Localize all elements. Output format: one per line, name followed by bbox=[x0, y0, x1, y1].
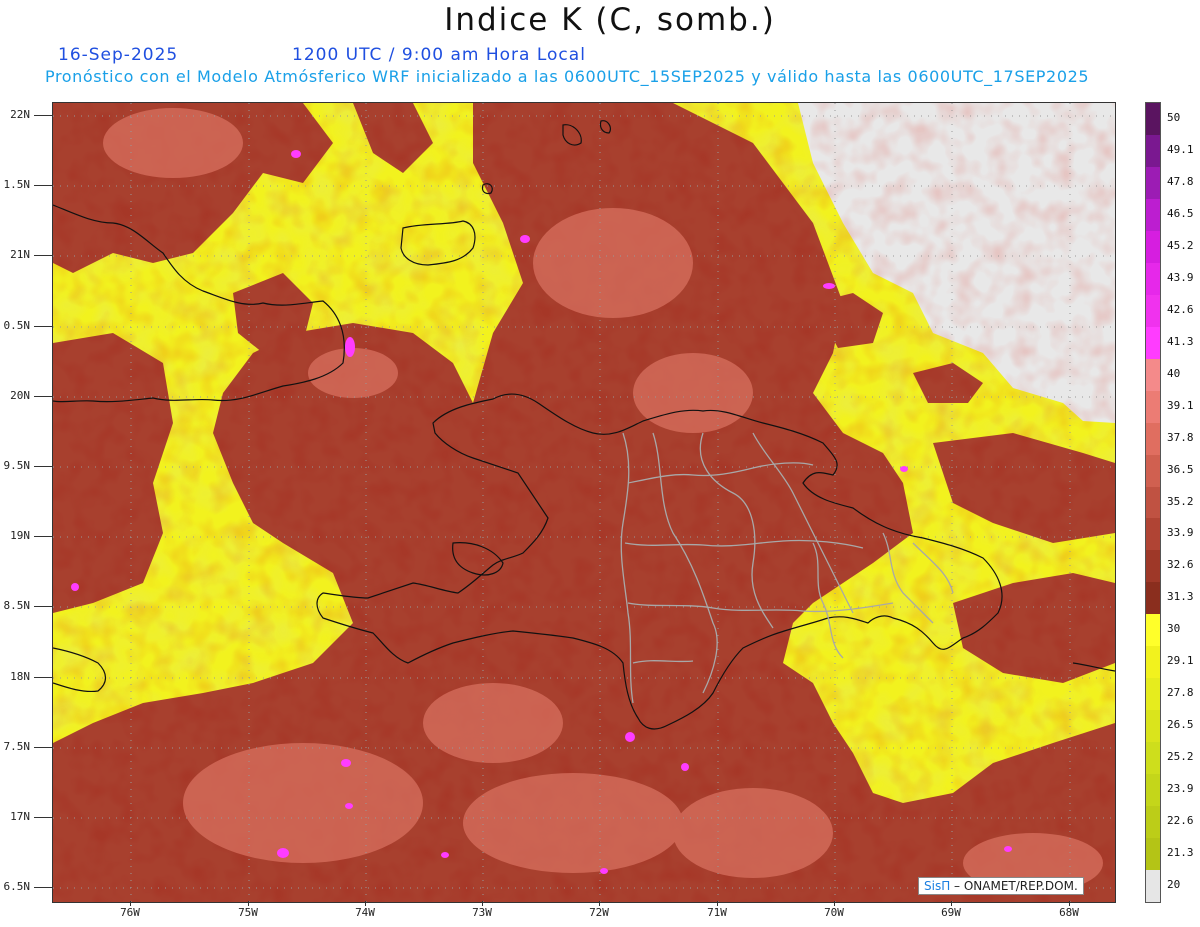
lon-label: 68W bbox=[1059, 906, 1079, 919]
colorbar bbox=[1145, 102, 1161, 903]
lat-tick bbox=[34, 606, 52, 607]
colorbar-label: 35.2 bbox=[1167, 494, 1194, 508]
lat-label: 17N bbox=[10, 810, 30, 823]
credit-box: SisΠ – ONAMET/REP.DOM. bbox=[918, 877, 1084, 895]
colorbar-segment bbox=[1146, 806, 1160, 839]
lat-label: 7.5N bbox=[3, 740, 31, 753]
lat-tick bbox=[34, 326, 52, 327]
colorbar-segment bbox=[1146, 454, 1160, 487]
lat-label: 21N bbox=[10, 248, 30, 261]
lat-tick bbox=[34, 466, 52, 467]
colorbar-segment bbox=[1146, 582, 1160, 615]
colorbar-segment bbox=[1146, 486, 1160, 519]
colorbar-label: 30 bbox=[1167, 622, 1181, 636]
lon-label: 76W bbox=[120, 906, 140, 919]
valid-date: 16-Sep-2025 bbox=[58, 45, 179, 65]
lon-label: 69W bbox=[941, 906, 961, 919]
lon-label: 74W bbox=[355, 906, 375, 919]
lat-label: 8.5N bbox=[3, 599, 31, 612]
colorbar-segment bbox=[1146, 103, 1160, 136]
colorbar-label: 23.9 bbox=[1167, 782, 1194, 796]
colorbar-label: 26.5 bbox=[1167, 718, 1194, 732]
colorbar-label: 36.5 bbox=[1167, 462, 1194, 476]
colorbar-segment bbox=[1146, 422, 1160, 456]
colorbar-segment bbox=[1146, 678, 1160, 711]
colorbar-segment bbox=[1146, 198, 1160, 232]
colorbar-label: 43.9 bbox=[1167, 270, 1194, 284]
lat-label: 9.5N bbox=[3, 459, 31, 472]
colorbar-label: 37.8 bbox=[1167, 430, 1194, 444]
credit-org: – ONAMET/REP.DOM. bbox=[950, 879, 1078, 893]
colorbar-label: 40 bbox=[1167, 366, 1181, 380]
colorbar-segment bbox=[1146, 358, 1160, 392]
colorbar-segment bbox=[1146, 838, 1160, 871]
colorbar-segment bbox=[1146, 518, 1160, 551]
colorbar-segment bbox=[1146, 870, 1160, 903]
colorbar-segment bbox=[1146, 294, 1160, 328]
colorbar-label: 50 bbox=[1167, 110, 1181, 124]
lon-label: 70W bbox=[824, 906, 844, 919]
lon-label: 72W bbox=[589, 906, 609, 919]
lat-label: 1.5N bbox=[3, 178, 31, 191]
lon-label: 75W bbox=[238, 906, 258, 919]
lat-label: 22N bbox=[10, 108, 30, 121]
colorbar-label: 22.6 bbox=[1167, 814, 1194, 828]
map-canvas bbox=[53, 103, 1115, 902]
colorbar-label: 49.1 bbox=[1167, 142, 1194, 156]
lat-label: 0.5N bbox=[3, 319, 31, 332]
lat-label: 18N bbox=[10, 670, 30, 683]
colorbar-segment bbox=[1146, 742, 1160, 775]
colorbar-label: 33.9 bbox=[1167, 526, 1194, 540]
colorbar-segment bbox=[1146, 166, 1160, 200]
lat-tick bbox=[34, 887, 52, 888]
colorbar-label: 21.3 bbox=[1167, 846, 1194, 860]
valid-time: 1200 UTC / 9:00 am Hora Local bbox=[292, 45, 586, 65]
lat-tick bbox=[34, 817, 52, 818]
colorbar-label: 39.1 bbox=[1167, 398, 1194, 412]
colorbar-label: 29.1 bbox=[1167, 654, 1194, 668]
lat-tick bbox=[34, 747, 52, 748]
colorbar-segment bbox=[1146, 134, 1160, 168]
colorbar-label: 25.2 bbox=[1167, 750, 1194, 764]
colorbar-label: 41.3 bbox=[1167, 334, 1194, 348]
colorbar-label: 45.2 bbox=[1167, 238, 1194, 252]
lat-label: 6.5N bbox=[3, 880, 31, 893]
sispi-logo: SisΠ bbox=[924, 879, 951, 893]
colorbar-segment bbox=[1146, 614, 1160, 647]
colorbar-segment bbox=[1146, 390, 1160, 424]
lon-label: 71W bbox=[707, 906, 727, 919]
colorbar-segment bbox=[1146, 230, 1160, 264]
lat-tick bbox=[34, 185, 52, 186]
colorbar-label: 20 bbox=[1167, 878, 1181, 892]
colorbar-label: 31.3 bbox=[1167, 590, 1194, 604]
colorbar-label: 47.8 bbox=[1167, 174, 1194, 188]
forecast-description: Pronóstico con el Modelo Atmósferico WRF… bbox=[45, 67, 1090, 86]
lat-label: 20N bbox=[10, 389, 30, 402]
k-index-map bbox=[52, 102, 1116, 903]
lat-tick bbox=[34, 677, 52, 678]
lat-label: 19N bbox=[10, 529, 30, 542]
colorbar-segment bbox=[1146, 774, 1160, 807]
colorbar-segment bbox=[1146, 326, 1160, 360]
colorbar-segment bbox=[1146, 262, 1160, 296]
lon-label: 73W bbox=[472, 906, 492, 919]
colorbar-label: 27.8 bbox=[1167, 686, 1194, 700]
colorbar-segment bbox=[1146, 710, 1160, 743]
lat-tick bbox=[34, 396, 52, 397]
colorbar-label: 42.6 bbox=[1167, 302, 1194, 316]
colorbar-label: 46.5 bbox=[1167, 206, 1194, 220]
lat-tick bbox=[34, 255, 52, 256]
lat-tick bbox=[34, 115, 52, 116]
lat-tick bbox=[34, 536, 52, 537]
map-title: Indice K (C, somb.) bbox=[444, 2, 776, 38]
colorbar-label: 32.6 bbox=[1167, 558, 1194, 572]
colorbar-segment bbox=[1146, 646, 1160, 679]
colorbar-segment bbox=[1146, 550, 1160, 583]
